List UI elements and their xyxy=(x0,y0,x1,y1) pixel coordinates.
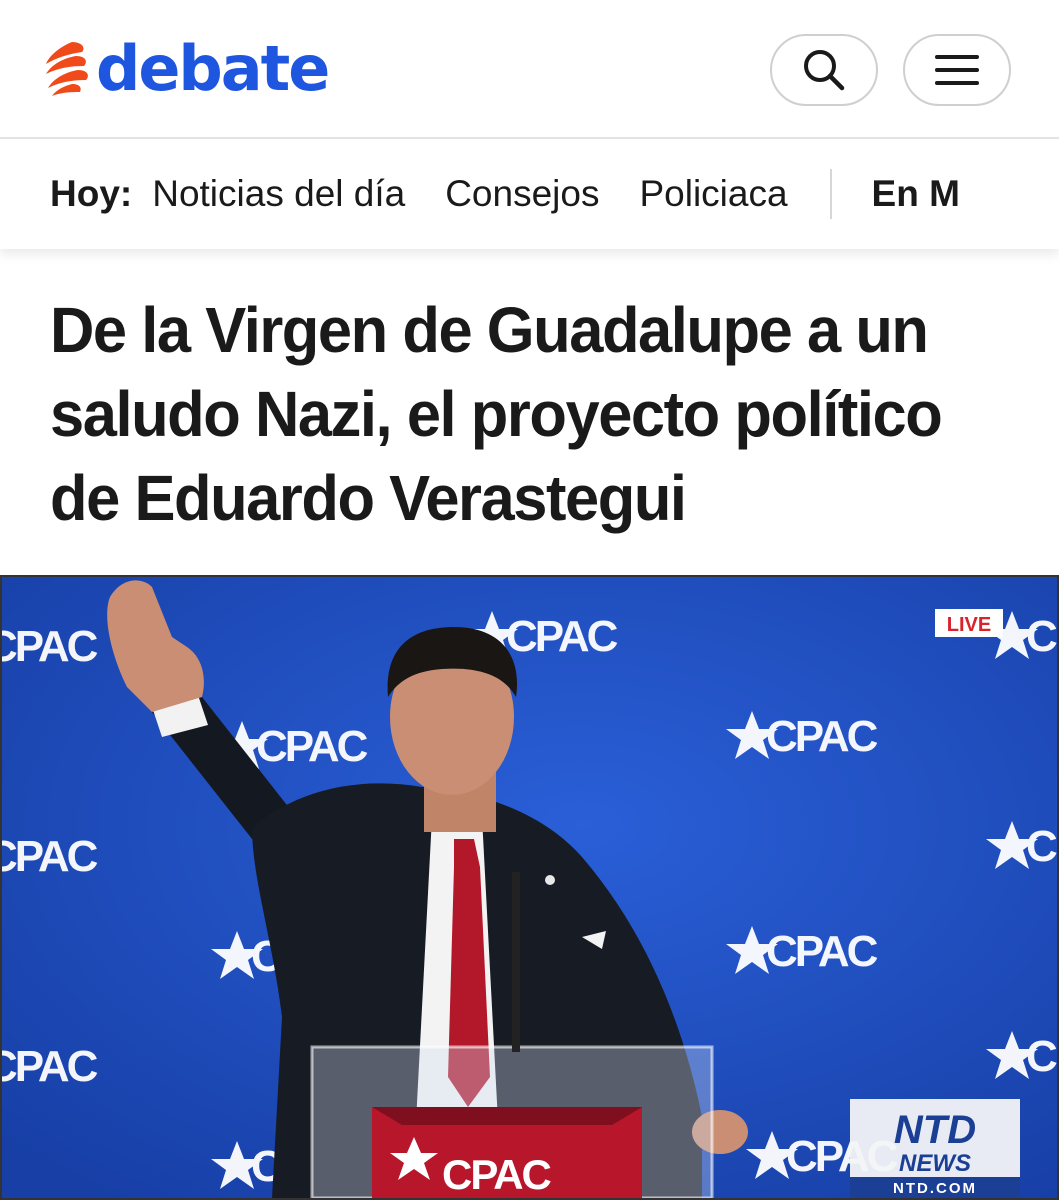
svg-text:LIVE: LIVE xyxy=(947,614,991,636)
nav-item-noticias[interactable]: Noticias del día xyxy=(152,173,405,215)
nav-item-consejos[interactable]: Consejos xyxy=(445,173,599,215)
nav-divider xyxy=(829,169,832,219)
svg-text:NEWS: NEWS xyxy=(899,1150,971,1177)
search-button[interactable] xyxy=(770,34,878,106)
logo-flame-icon xyxy=(46,42,88,96)
nav-item-policiaca[interactable]: Policiaca xyxy=(639,173,787,215)
nav-item-en-vivo[interactable]: En M xyxy=(872,173,960,215)
topic-nav: Hoy: Noticias del día Consejos Policiaca… xyxy=(0,139,1059,249)
site-header: debate xyxy=(0,0,1059,139)
site-logo[interactable]: debate xyxy=(42,32,330,105)
search-icon xyxy=(804,50,845,91)
hero-illustration: CPAC LIVE NTD NEWS NTD.COM xyxy=(2,577,1057,1198)
svg-text:CPAC: CPAC xyxy=(442,1151,552,1198)
article-hero-image[interactable]: CPAC LIVE NTD NEWS NTD.COM xyxy=(0,575,1059,1200)
article-headline: De la Virgen de Guadalupe a un saludo Na… xyxy=(50,294,943,534)
hamburger-menu-icon xyxy=(935,55,979,85)
menu-button[interactable] xyxy=(903,34,1011,106)
svg-text:NTD: NTD xyxy=(894,1108,976,1152)
logo-text: debate xyxy=(96,32,330,105)
ntd-news-logo: NTD NEWS NTD.COM xyxy=(850,1099,1020,1198)
nav-today-label: Hoy: xyxy=(50,173,133,214)
svg-text:NTD.COM: NTD.COM xyxy=(893,1180,977,1197)
live-badge: LIVE xyxy=(935,609,1003,637)
